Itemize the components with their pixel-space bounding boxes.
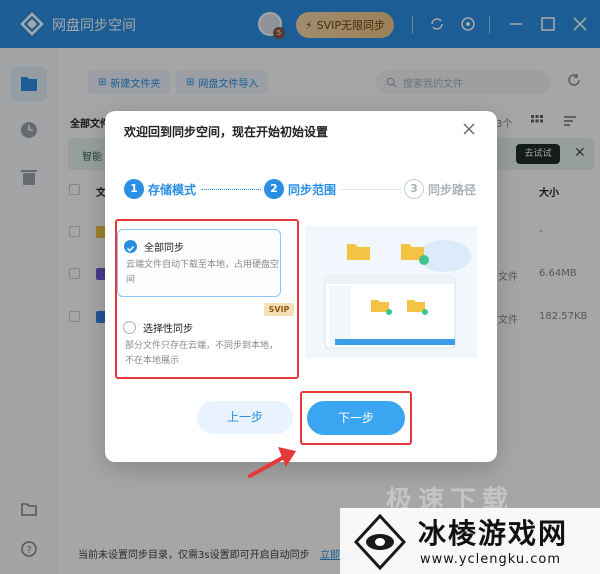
watermark-url: www.yclengku.com <box>420 552 562 567</box>
watermark-logo-icon <box>353 513 407 571</box>
annotation-arrow-icon <box>248 447 296 478</box>
watermark-title: 冰棱游戏网 <box>418 517 569 550</box>
